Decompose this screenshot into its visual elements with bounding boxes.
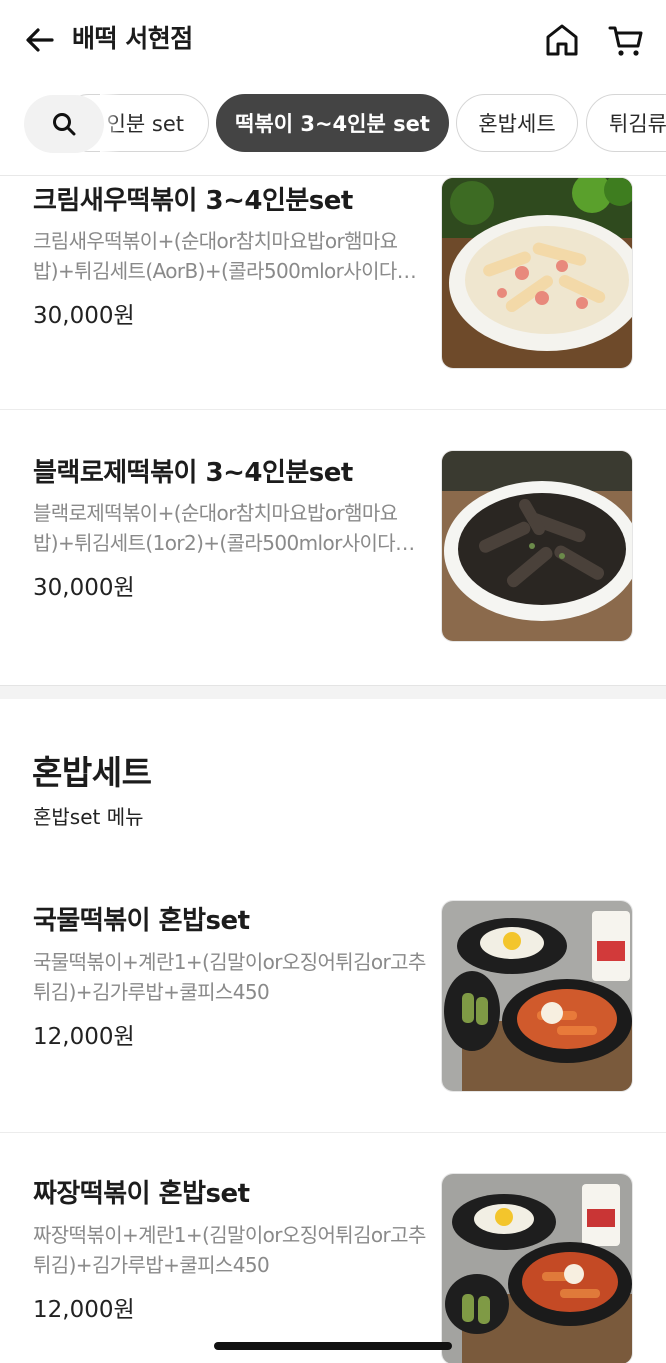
back-button[interactable]: [22, 22, 58, 58]
menu-item[interactable]: 크림새우떡볶이 3~4인분set 크림새우떡볶이+(순대or참치마요밥or햄마요…: [0, 176, 666, 409]
section-separator: [0, 685, 666, 699]
section-title: 혼밥세트: [32, 753, 152, 792]
home-indicator[interactable]: [214, 1342, 452, 1350]
menu-item-price: 30,000원: [33, 575, 135, 601]
top-bar: 배떡 서현점: [0, 0, 666, 80]
store-title: 배떡 서현점: [72, 24, 193, 53]
menu-item-name: 블랙로제떡볶이 3~4인분set: [33, 458, 353, 488]
arrow-left-icon: [26, 28, 54, 52]
home-button[interactable]: [543, 22, 581, 58]
menu-item-description: 크림새우떡볶이+(순대or참치마요밥or햄마요밥)+튀김세트(AorB)+(콜라…: [33, 229, 398, 283]
section-subtitle: 혼밥set 메뉴: [33, 805, 144, 829]
home-icon: [546, 24, 578, 56]
menu-item-photo: [441, 1173, 633, 1363]
menu-item[interactable]: 국물떡볶이 혼밥set 국물떡볶이+계란1+(김말이or오징어튀김or고추튀김)…: [0, 860, 666, 1132]
menu-item-photo: [441, 450, 633, 642]
menu-item-photo: [441, 900, 633, 1092]
menu-item-name: 크림새우떡볶이 3~4인분set: [33, 186, 353, 216]
menu-item-name: 짜장떡볶이 혼밥set: [33, 1179, 250, 1209]
menu-item[interactable]: 블랙로제떡볶이 3~4인분set 블랙로제떡볶이+(순대or참치마요밥or햄마요…: [0, 410, 666, 684]
category-chips-bar: 인분 set 떡볶이 3~4인분 set 혼밥세트 튀김류: [0, 80, 666, 176]
menu-item-photo: [441, 177, 633, 369]
menu-item-description: 국물떡볶이+계란1+(김말이or오징어튀김or고추튀김)+김가루밥+쿨피스450: [33, 950, 426, 1004]
search-icon: [53, 113, 76, 136]
menu-item-description: 블랙로제떡볶이+(순대or참치마요밥or햄마요밥)+튀김세트(1or2)+(콜라…: [33, 501, 398, 555]
chip-tteokbokki-3-4-set[interactable]: 떡볶이 3~4인분 set: [216, 94, 449, 152]
menu-item-description: 짜장떡볶이+계란1+(김말이or오징어튀김or고추튀김)+김가루밥+쿨피스450: [33, 1223, 426, 1277]
menu-item[interactable]: 짜장떡볶이 혼밥set 짜장떡볶이+계란1+(김말이or오징어튀김or고추튀김)…: [0, 1133, 666, 1363]
cart-button[interactable]: [607, 21, 645, 59]
chip-fried[interactable]: 튀김류: [586, 94, 666, 152]
menu-item-name: 국물떡볶이 혼밥set: [33, 906, 250, 936]
menu-item-price: 12,000원: [33, 1297, 135, 1323]
menu-item-price: 30,000원: [33, 303, 135, 329]
menu-search-button[interactable]: [24, 95, 104, 153]
menu-item-price: 12,000원: [33, 1024, 135, 1050]
cart-icon: [608, 26, 643, 56]
chip-solo-meal-set[interactable]: 혼밥세트: [456, 94, 578, 152]
